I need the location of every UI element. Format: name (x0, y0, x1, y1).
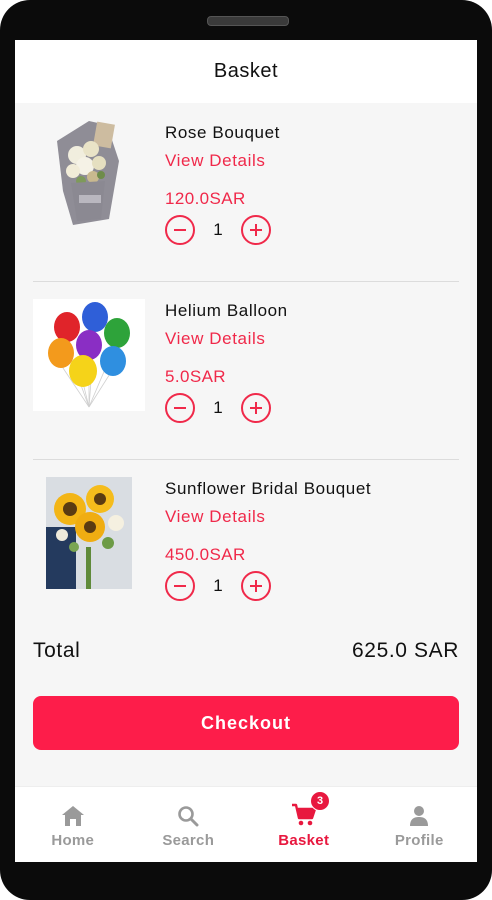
increase-quantity-button[interactable] (241, 571, 271, 601)
search-icon (177, 801, 199, 827)
tab-home-label: Home (51, 832, 95, 849)
decrease-quantity-button[interactable] (165, 571, 195, 601)
quantity-value: 1 (213, 220, 223, 239)
increase-quantity-button[interactable] (241, 393, 271, 423)
basket-item-rose-bouquet: Rose Bouquet View Details 120.0SAR 1 (33, 103, 459, 263)
total-row: Total 625.0 SAR (33, 636, 459, 666)
phone-frame: Basket Rose Bouquet View Details 120.0SA… (0, 0, 492, 900)
decrease-quantity-button[interactable] (165, 393, 195, 423)
item-price: 5.0SAR (165, 367, 226, 386)
minus-icon (174, 407, 186, 409)
minus-icon (174, 585, 186, 587)
tab-profile-label: Profile (394, 832, 444, 849)
quantity-stepper: 1 (165, 215, 271, 245)
sunflower-bouquet-image (33, 477, 145, 589)
tab-search-label: Search (162, 832, 215, 849)
quantity-value: 1 (213, 398, 223, 417)
tab-basket-label: Basket (278, 832, 330, 849)
phone-speaker (207, 16, 289, 26)
view-details-link[interactable]: View Details (165, 507, 265, 527)
tab-basket[interactable]: 3 Basket (246, 787, 362, 862)
view-details-link[interactable]: View Details (165, 151, 265, 171)
plus-icon (250, 224, 262, 236)
quantity-value: 1 (213, 576, 223, 595)
tab-profile[interactable]: Profile (362, 787, 478, 862)
tab-home[interactable]: Home (15, 787, 131, 862)
quantity-stepper: 1 (165, 393, 271, 423)
total-label: Total (33, 639, 81, 662)
page-title: Basket (213, 60, 279, 82)
plus-icon (250, 402, 262, 414)
item-name: Helium Balloon (165, 301, 288, 320)
app-screen: Basket Rose Bouquet View Details 120.0SA… (15, 40, 477, 862)
bottom-tab-bar: Home Search 3 Basket Profile (15, 786, 477, 862)
home-icon (61, 801, 85, 827)
cart-count-badge: 3 (310, 791, 330, 811)
basket-item-helium-balloon: Helium Balloon View Details 5.0SAR 1 (33, 281, 459, 441)
helium-balloon-image (33, 299, 145, 411)
minus-icon (174, 229, 186, 231)
quantity-stepper: 1 (165, 571, 271, 601)
tab-search[interactable]: Search (131, 787, 247, 862)
item-price: 120.0SAR (165, 189, 246, 208)
item-name: Rose Bouquet (165, 123, 280, 142)
plus-icon (250, 580, 262, 592)
app-header: Basket (15, 40, 477, 103)
profile-icon (408, 801, 430, 827)
view-details-link[interactable]: View Details (165, 329, 265, 349)
total-value: 625.0 SAR (352, 639, 459, 662)
item-price: 450.0SAR (165, 545, 246, 564)
item-name: Sunflower Bridal Bouquet (165, 479, 372, 498)
checkout-button[interactable]: Checkout (33, 696, 459, 750)
decrease-quantity-button[interactable] (165, 215, 195, 245)
increase-quantity-button[interactable] (241, 215, 271, 245)
rose-bouquet-image (33, 121, 145, 233)
basket-item-sunflower-bridal-bouquet: Sunflower Bridal Bouquet View Details 45… (33, 459, 459, 619)
